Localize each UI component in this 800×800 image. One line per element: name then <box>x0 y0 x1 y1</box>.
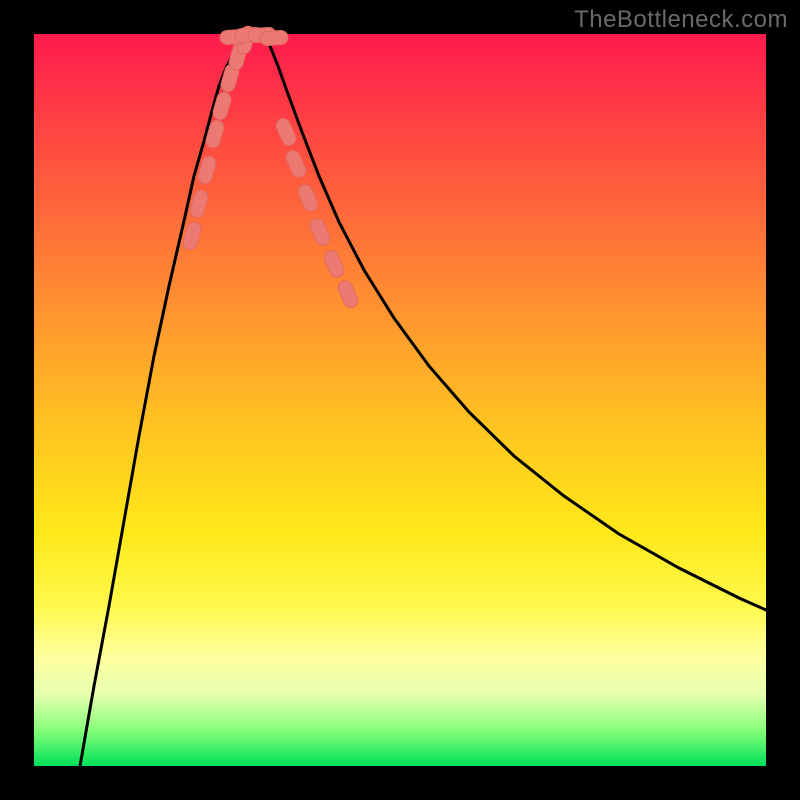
right-markers-point <box>296 182 320 213</box>
plot-area <box>34 34 766 766</box>
chart-frame: TheBottleneck.com <box>0 0 800 800</box>
watermark-text: TheBottleneck.com <box>574 6 788 34</box>
bottom-markers-point <box>260 30 289 46</box>
left-markers-point <box>211 91 232 122</box>
chart-svg <box>34 34 766 766</box>
right-markers-point <box>322 248 346 279</box>
right-curve <box>264 35 766 610</box>
right-markers-point <box>336 278 360 309</box>
curve-layer <box>80 35 766 766</box>
left-curve <box>80 35 252 766</box>
right-markers-point <box>274 116 298 147</box>
right-markers-point <box>284 148 308 179</box>
right-markers-point <box>308 216 332 247</box>
marker-layer <box>181 25 360 310</box>
left-markers-point <box>181 221 202 252</box>
